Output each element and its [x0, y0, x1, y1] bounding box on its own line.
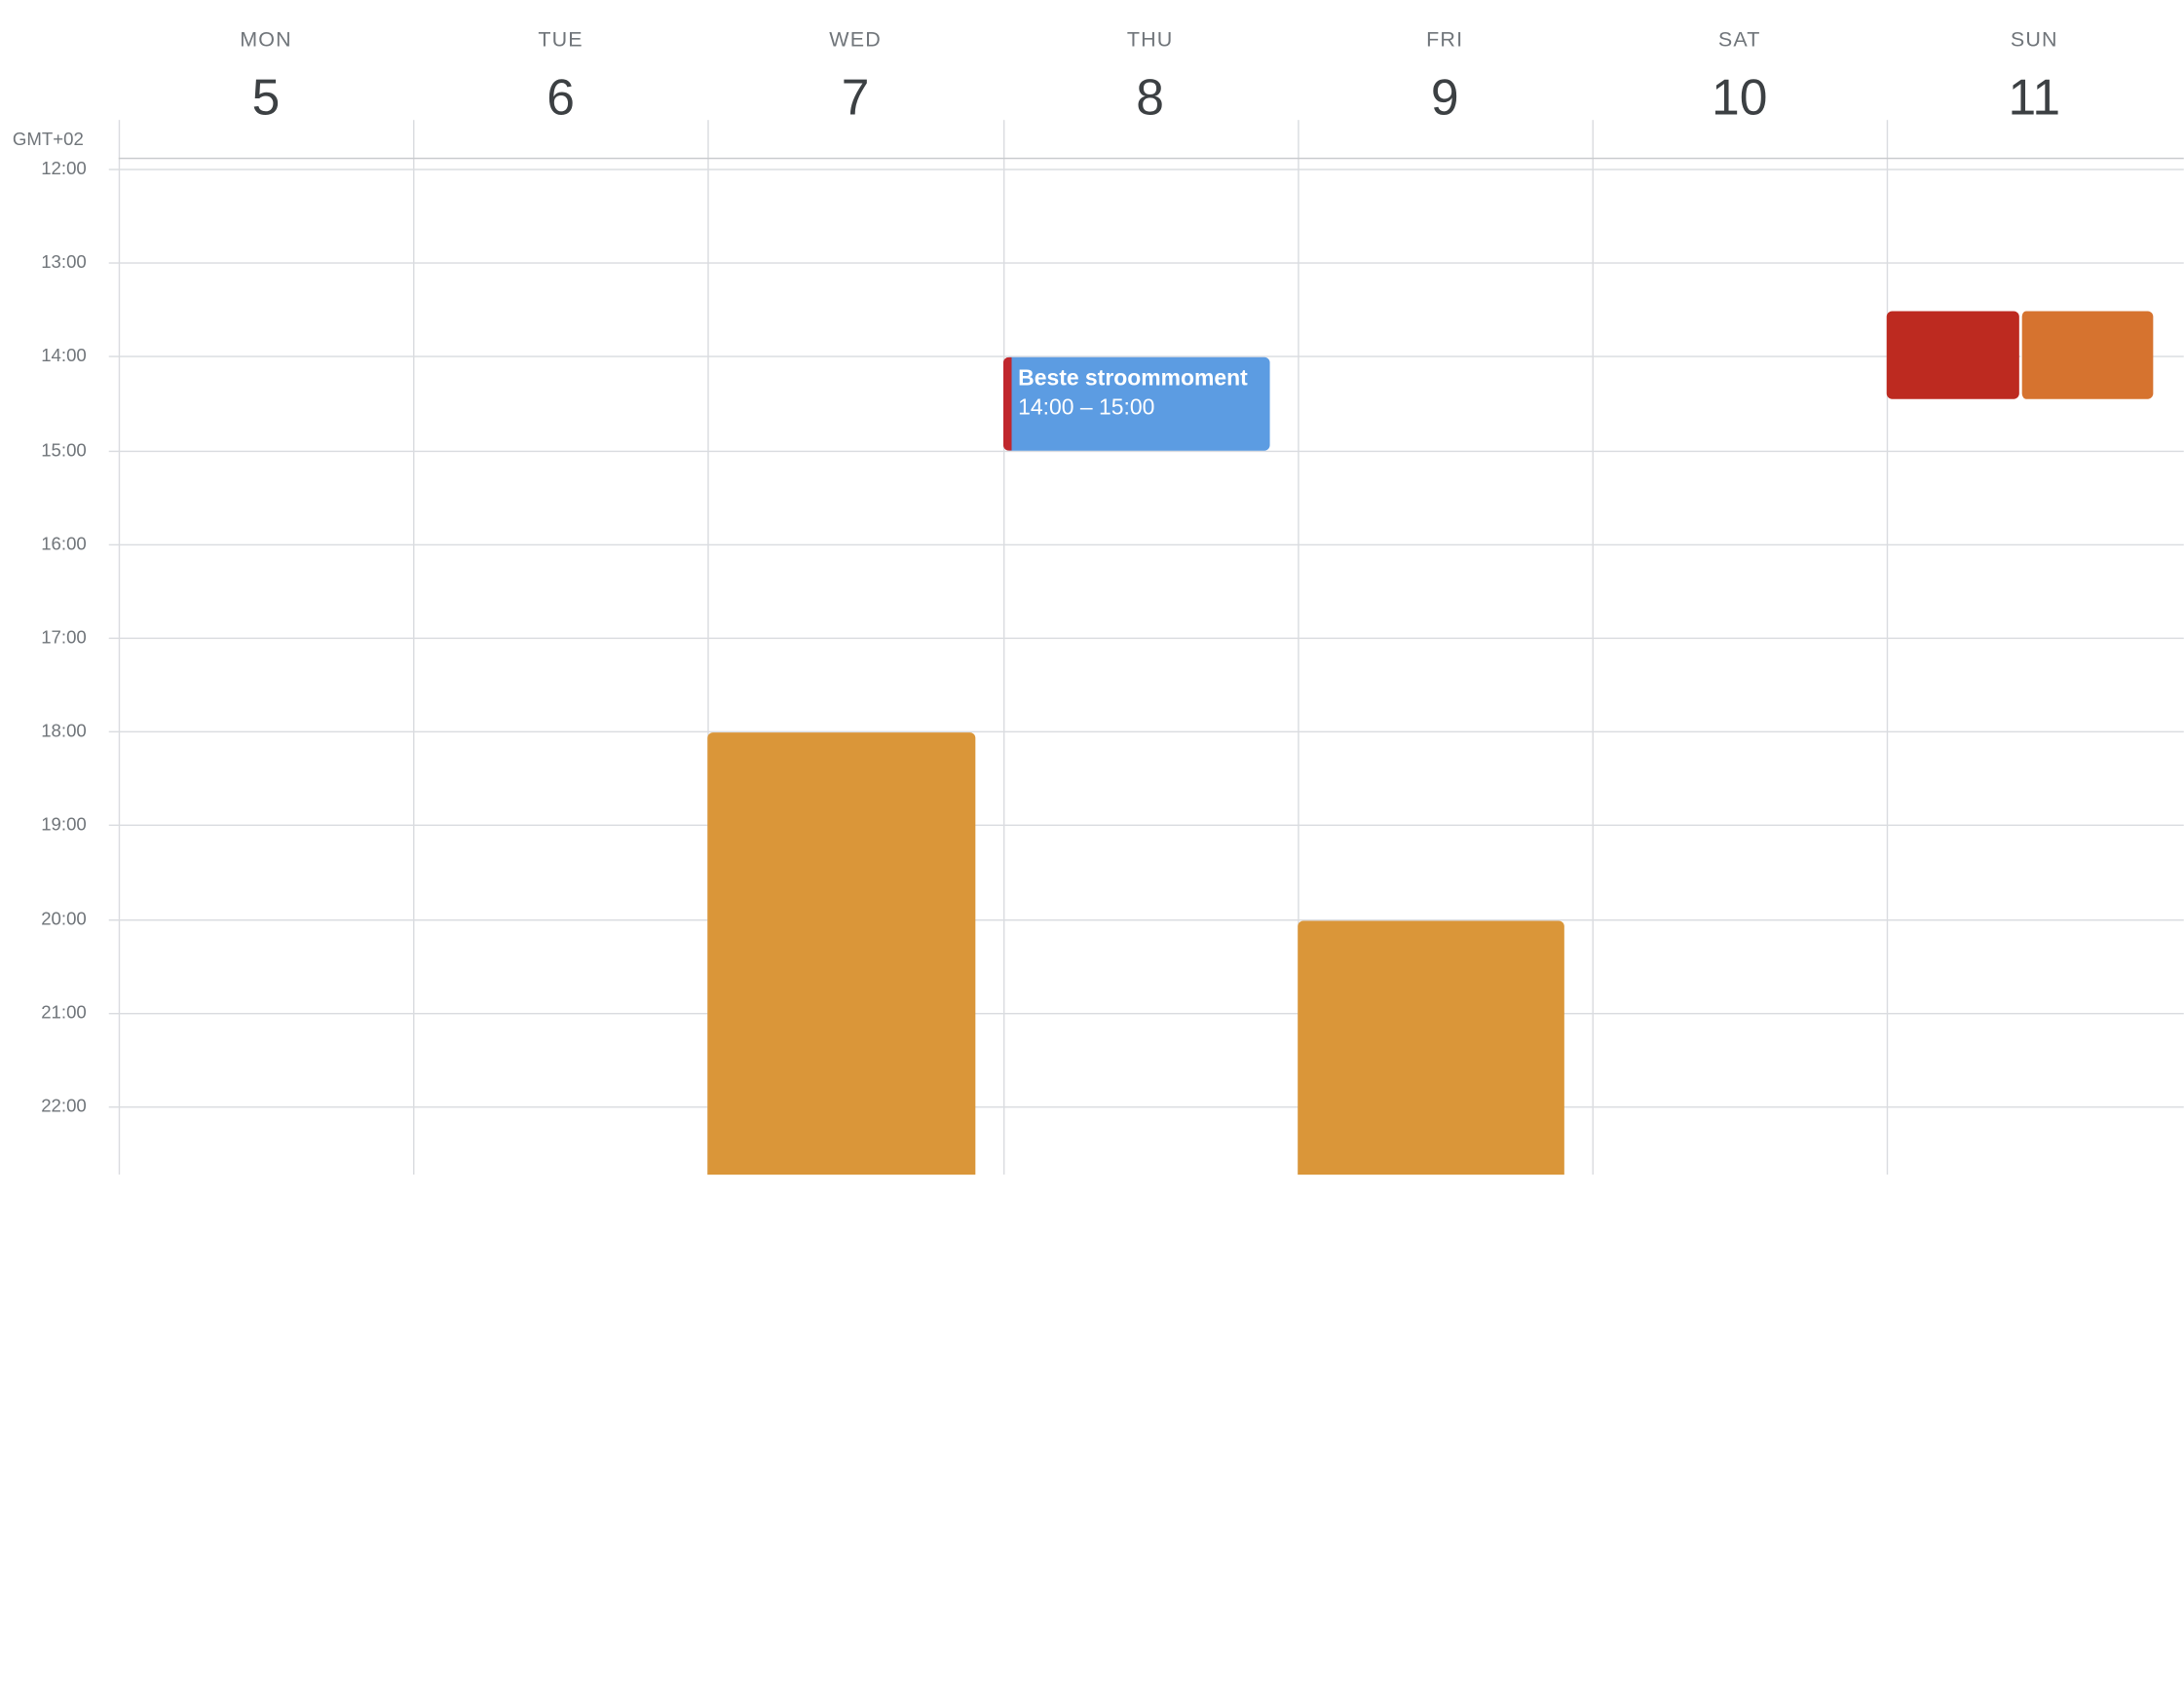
day-column-divider [1887, 120, 1889, 1176]
day-number[interactable]: 7 [708, 69, 1003, 126]
hour-label: 18:00 [41, 720, 87, 741]
hour-line [108, 637, 2184, 640]
day-number[interactable]: 10 [1592, 69, 1887, 126]
day-header-sun[interactable]: SUN 11 [1887, 0, 2182, 156]
day-number[interactable]: 9 [1298, 69, 1593, 126]
hour-label: 19:00 [41, 813, 87, 836]
hour-label: 15:00 [41, 438, 87, 461]
header-separator [118, 157, 2184, 160]
day-number[interactable]: 5 [119, 69, 414, 126]
hour-line [108, 262, 2184, 265]
day-header-thu[interactable]: THU 8 [1002, 0, 1298, 156]
hour-line [108, 450, 2184, 452]
hour-line [108, 543, 2184, 545]
hour-line [108, 825, 2184, 827]
hour-line [108, 1012, 2184, 1015]
day-column-divider [118, 120, 121, 1176]
day-header-mon[interactable]: MON 5 [119, 0, 414, 156]
day-of-week: SAT [1717, 27, 1761, 53]
day-of-week: FRI [1426, 27, 1464, 53]
day-column-divider [413, 120, 415, 1176]
calendar-grid: GMT+02 MON 5 TUE 6 WED 7 THU 8 FRI 9 SAT 10 SUN 11 12… [0, 0, 2184, 1176]
hour-label: 13:00 [41, 251, 87, 273]
day-number[interactable]: 8 [1002, 69, 1298, 126]
day-header-wed[interactable]: WED 7 [708, 0, 1003, 156]
hour-line [108, 918, 2184, 920]
day-number[interactable]: 11 [1887, 69, 2182, 126]
event-sun-orange[interactable] [2020, 311, 2154, 399]
hour-line [108, 168, 2184, 170]
day-of-week: WED [829, 27, 882, 53]
hour-label: 16:00 [41, 532, 87, 554]
hour-line [108, 730, 2184, 733]
hour-label: 14:00 [41, 345, 87, 366]
day-of-week: THU [1126, 27, 1174, 53]
hour-label: 12:00 [41, 157, 87, 179]
hour-line [108, 1105, 2184, 1108]
hour-label: 22:00 [41, 1095, 87, 1116]
week-calendar: GMT+02 MON 5 TUE 6 WED 7 THU 8 FRI 9 SAT 10 SUN 11 12… [0, 0, 2184, 1681]
hour-label: 20:00 [41, 907, 87, 929]
event-thu-stroommoment[interactable]: Beste stroommoment 14:00 – 15:00 [1002, 357, 1270, 451]
day-column-divider [1592, 120, 1594, 1176]
day-of-week: MON [240, 27, 292, 53]
day-of-week: TUE [538, 27, 584, 53]
day-header-tue[interactable]: TUE 6 [413, 0, 708, 156]
event-fri-orange[interactable] [1297, 919, 1564, 1176]
event-sun-red[interactable] [1887, 311, 2020, 399]
event-time: 14:00 – 15:00 [1018, 396, 1155, 421]
hour-label: 17:00 [41, 626, 87, 648]
day-column-divider [1002, 120, 1004, 1176]
day-of-week: SUN [2010, 27, 2058, 53]
timezone-label: GMT+02 [12, 128, 84, 150]
event-title: Beste stroommoment [1018, 367, 1248, 392]
day-header-fri[interactable]: FRI 9 [1298, 0, 1593, 156]
day-number[interactable]: 6 [413, 69, 708, 126]
hour-label: 21:00 [41, 1001, 87, 1023]
event-wed-orange[interactable] [707, 732, 975, 1176]
day-header-sat[interactable]: SAT 10 [1592, 0, 1887, 156]
